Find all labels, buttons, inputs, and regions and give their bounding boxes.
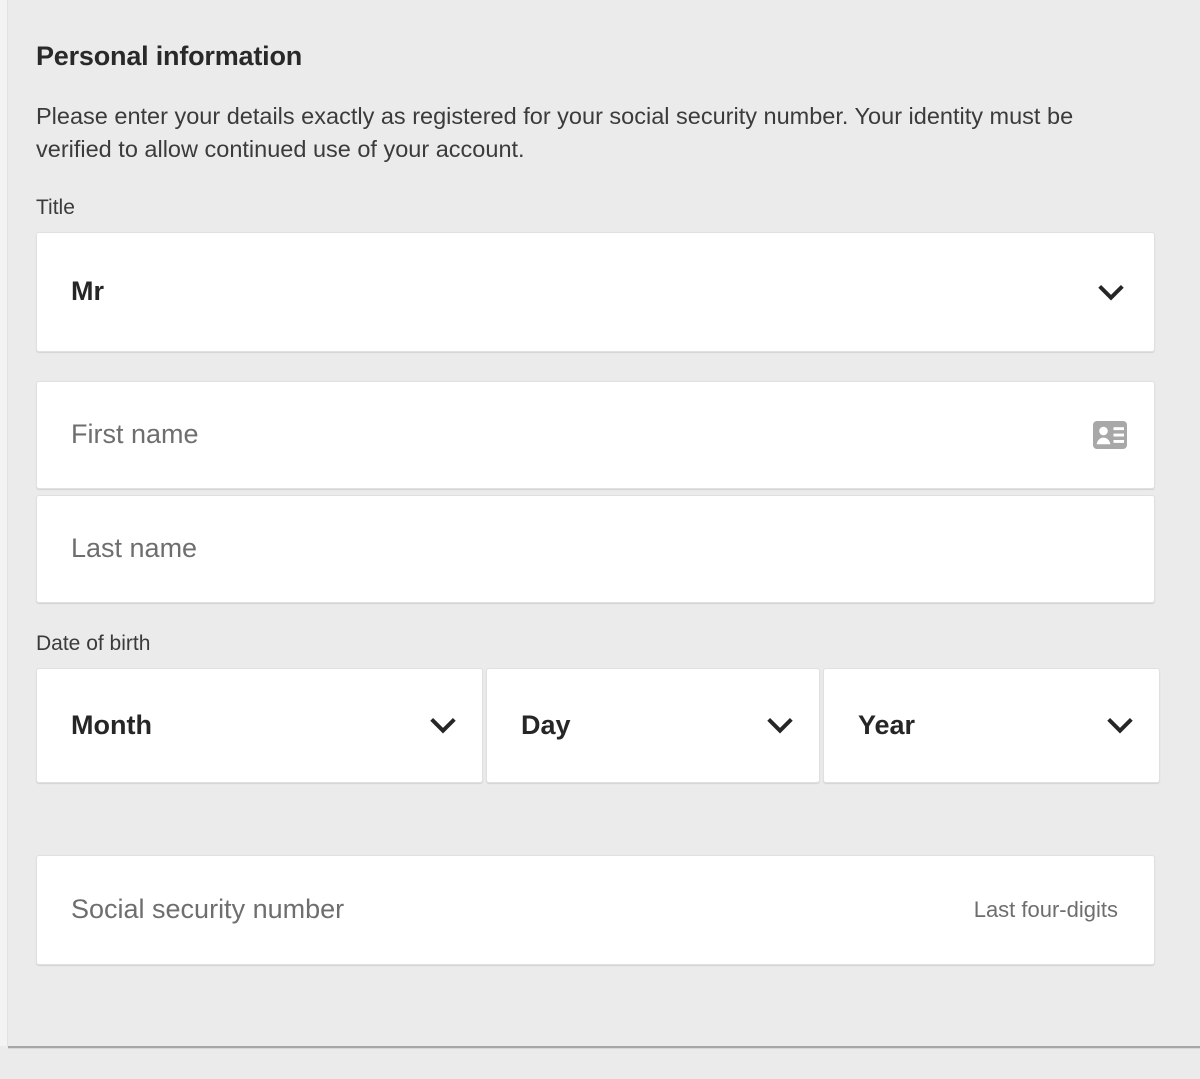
- title-select-control[interactable]: Mr: [37, 233, 1154, 351]
- dob-month-value: Month: [71, 709, 152, 740]
- date-of-birth-row: Month Day Year: [36, 667, 1160, 783]
- chevron-down-icon: [426, 708, 460, 742]
- dob-day-value: Day: [521, 709, 571, 740]
- ssn-section: Social security number Last four-digits: [36, 783, 1155, 965]
- chevron-down-icon: [763, 708, 797, 742]
- ssn-field[interactable]: Social security number Last four-digits: [36, 854, 1155, 965]
- last-name-field[interactable]: Last name: [36, 494, 1155, 603]
- first-name-field[interactable]: First name: [36, 380, 1155, 489]
- first-name-placeholder: First name: [71, 419, 199, 450]
- title-select[interactable]: Mr: [36, 231, 1155, 352]
- ssn-input[interactable]: Social security number Last four-digits: [37, 856, 1154, 964]
- ssn-placeholder: Social security number: [71, 894, 345, 925]
- title-select-value: Mr: [71, 276, 104, 307]
- last-name-input[interactable]: Last name: [37, 496, 1154, 602]
- dob-year-select-control[interactable]: Year: [824, 669, 1159, 782]
- dob-month-select[interactable]: Month: [36, 667, 483, 783]
- title-field-label: Title: [36, 195, 75, 219]
- page-title: Personal information: [36, 41, 303, 71]
- name-fields-group: First name Last name: [36, 380, 1155, 603]
- dob-year-value: Year: [858, 709, 916, 740]
- personal-information-form: Personal information Please enter your d…: [0, 0, 1200, 1079]
- date-of-birth-label: Date of birth: [36, 631, 151, 655]
- ssn-hint: Last four-digits: [973, 896, 1118, 922]
- dob-month-select-control[interactable]: Month: [37, 669, 482, 782]
- chevron-down-icon: [1094, 275, 1128, 309]
- name-fields-spacer: [36, 352, 1155, 381]
- contact-card-icon[interactable]: [1092, 420, 1128, 450]
- bottom-divider: [8, 1046, 1200, 1049]
- chevron-down-icon: [1103, 708, 1137, 742]
- intro-paragraph: Please enter your details exactly as reg…: [36, 103, 1074, 163]
- dob-day-select-control[interactable]: Day: [487, 669, 819, 782]
- last-name-placeholder: Last name: [71, 533, 198, 564]
- dob-day-select[interactable]: Day: [486, 667, 820, 783]
- first-name-input[interactable]: First name: [37, 382, 1154, 488]
- dob-year-select[interactable]: Year: [823, 667, 1160, 783]
- name-fields-divider: [36, 489, 1155, 495]
